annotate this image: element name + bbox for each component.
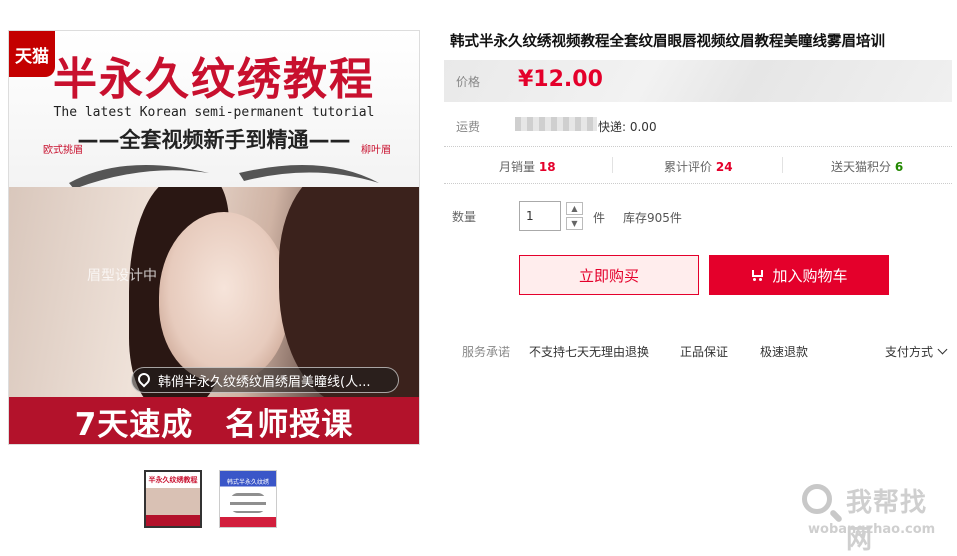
- tmall-badge: 天猫: [9, 31, 55, 77]
- video-bar-text: 韩俏半永久纹绣纹眉绣眉美瞳线(人...: [158, 374, 371, 390]
- stat-divider: [782, 157, 783, 173]
- thumbnail-1[interactable]: 半永久纹绣教程: [144, 470, 202, 528]
- cart-icon: [750, 268, 766, 282]
- add-to-cart-label: 加入购物车: [772, 266, 848, 285]
- thumbnail-2-eyes: [230, 493, 266, 513]
- payment-method-label: 支付方式: [885, 345, 934, 359]
- points-label: 送天猫积分: [831, 160, 892, 174]
- stock-count: 库存905件: [623, 211, 682, 225]
- main-product-image: 天猫 半永久纹绣教程 The latest Korean semi-perman…: [8, 30, 420, 445]
- quantity-unit: 件: [593, 211, 606, 225]
- stat-divider: [612, 157, 613, 173]
- thumbnail-2-caption: 韩式半永久纹绣: [226, 479, 269, 486]
- quantity-decrease-button[interactable]: ▼: [566, 217, 583, 230]
- photo-artist-shape: [279, 187, 419, 397]
- product-title: 韩式半永久纹绣视频教程全套纹眉眼唇视频纹眉教程美瞳线雾眉培训: [450, 34, 885, 50]
- eyebrow-right-illustration: [239, 165, 379, 183]
- reviews-stat[interactable]: 累计评价 24: [664, 158, 733, 175]
- add-to-cart-button[interactable]: 加入购物车: [709, 255, 889, 295]
- magnifier-icon: [802, 484, 832, 514]
- image-title: 半永久纹绣教程: [53, 54, 375, 105]
- price-box: 价格 ¥12.00: [444, 60, 952, 102]
- reviews-label: 累计评价: [664, 160, 713, 174]
- service-no-returns[interactable]: 不支持七天无理由退换: [529, 343, 649, 360]
- reviews-value: 24: [715, 160, 733, 174]
- price-label: 价格: [456, 75, 481, 89]
- points-value: 6: [894, 160, 904, 174]
- tutorial-photo: 眉型设计中: [9, 187, 419, 397]
- quantity-increase-button[interactable]: ▲: [566, 202, 583, 215]
- sales-stats: 月销量 18 累计评价 24 送天猫积分 6: [444, 146, 952, 184]
- buy-now-button[interactable]: 立即购买: [519, 255, 699, 295]
- monthly-sales-value: 18: [538, 160, 556, 174]
- video-location-bar[interactable]: 韩俏半永久纹绣纹眉绣眉美瞳线(人...: [131, 367, 399, 393]
- photo-face-shape: [159, 212, 289, 382]
- shipping-value: 快递: 0.00: [598, 120, 657, 134]
- payment-method-dropdown[interactable]: 支付方式: [885, 343, 948, 360]
- image-subtitle-en: The latest Korean semi-permanent tutoria…: [53, 105, 375, 120]
- quantity-label: 数量: [452, 210, 477, 224]
- monthly-sales-label: 月销量: [499, 160, 536, 174]
- price-value: ¥12.00: [518, 67, 603, 92]
- service-fast-refund[interactable]: 极速退款: [760, 343, 808, 360]
- watermark-url: wobangzhao.com: [808, 522, 936, 537]
- chevron-down-icon: [937, 344, 948, 355]
- shipping-label: 运费: [456, 120, 481, 134]
- location-pin-icon: [135, 370, 153, 388]
- eyebrow-left-illustration: [69, 165, 209, 189]
- quantity-input[interactable]: 1: [519, 201, 561, 231]
- thumbnail-1-caption: 半永久纹绣教程: [148, 476, 198, 484]
- service-label: 服务承诺: [462, 345, 511, 359]
- service-authentic[interactable]: 正品保证: [680, 343, 728, 360]
- photo-watermark: 眉型设计中: [87, 268, 157, 284]
- watermark-text: 我帮找网: [846, 488, 928, 555]
- image-header: 半永久纹绣教程 The latest Korean semi-permanent…: [9, 31, 419, 189]
- points-stat: 送天猫积分 6: [831, 158, 903, 175]
- shipping-location-blurred: [515, 117, 597, 131]
- monthly-sales-stat: 月销量 18: [499, 158, 556, 175]
- image-bottom-banner: 7天速成 名师授课: [9, 397, 419, 444]
- thumbnail-2[interactable]: 韩式半永久纹绣: [219, 470, 277, 528]
- site-watermark: 我帮找网 wobangzhao.com: [802, 480, 952, 555]
